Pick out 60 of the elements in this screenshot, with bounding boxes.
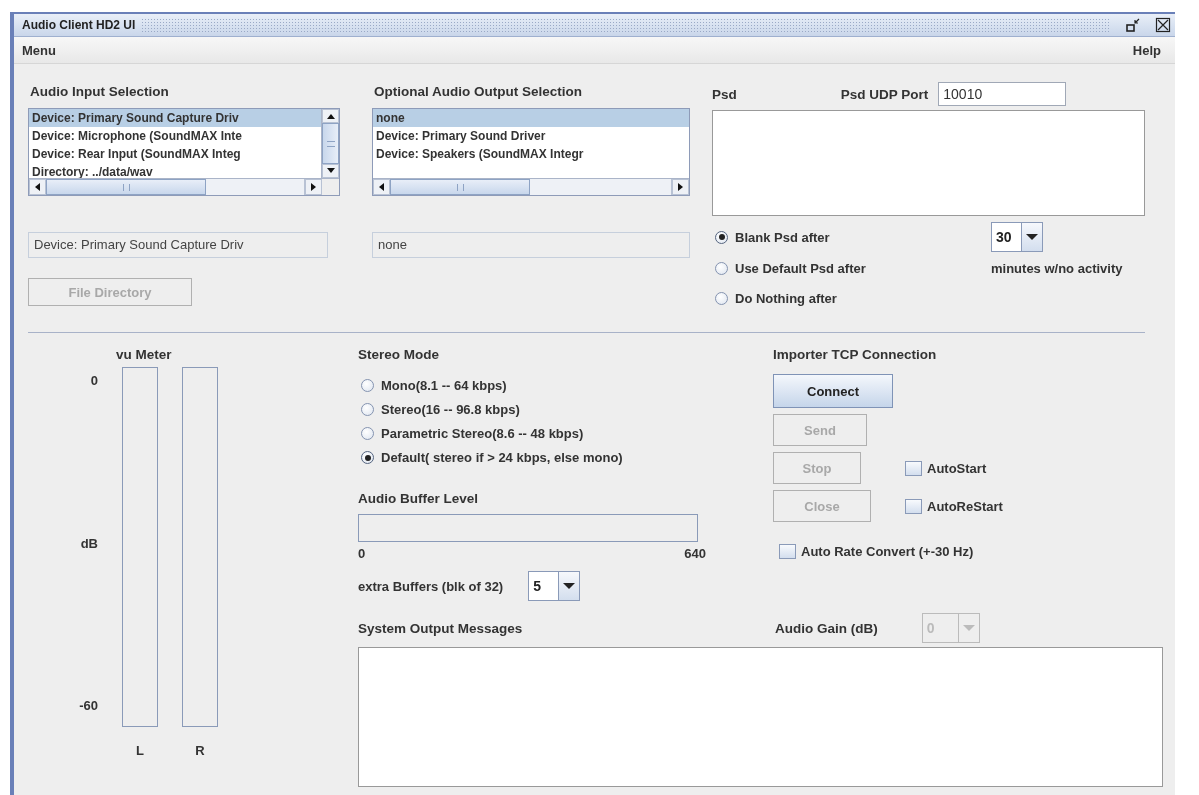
section-heading: Psd: [712, 86, 737, 102]
gain-label: Audio Gain (dB): [775, 620, 878, 636]
restore-icon[interactable]: [1125, 17, 1141, 33]
list-item[interactable]: Directory: ../data/wav: [29, 163, 321, 178]
section-heading: Stereo Mode: [358, 347, 440, 362]
list-item[interactable]: Device: Primary Sound Capture Driv: [29, 109, 321, 127]
range-max-label: 640: [684, 546, 706, 561]
channel-label: L: [136, 743, 144, 758]
horizontal-scrollbar[interactable]: [29, 178, 339, 195]
selected-output-field[interactable]: none: [372, 232, 690, 258]
scale-label: dB: [80, 535, 98, 551]
checkbox[interactable]: Auto Rate Convert (+-30 Hz): [779, 544, 1175, 559]
list-item[interactable]: Device: Rear Input (SoundMAX Integ: [29, 145, 321, 163]
scale-label: -60: [79, 698, 98, 713]
radio-label[interactable]: Blank Psd after: [735, 229, 830, 245]
radio-label[interactable]: Use Default Psd after: [735, 260, 866, 276]
timeout-dropdown[interactable]: 30: [991, 222, 1043, 252]
radio-label[interactable]: Do Nothing after: [735, 290, 837, 306]
section-heading: Importer TCP Connection: [773, 347, 938, 362]
radio-button[interactable]: [715, 230, 728, 244]
radio-button[interactable]: [361, 427, 374, 440]
section-heading: Audio Input Selection: [30, 84, 170, 101]
extra-buffers-label: extra Buffers (blk of 32): [358, 578, 504, 594]
timeout-note: minutes w/no activity: [991, 260, 1123, 276]
section-heading: System Output Messages: [358, 620, 524, 636]
port-input-field[interactable]: 10010: [938, 82, 1067, 106]
menu-item[interactable]: Help: [1132, 42, 1161, 58]
output-device-list[interactable]: none Device: Primary Sound Driver Device: Speakers (SoundMAX Integr: [372, 108, 690, 196]
section-heading: Optional Audio Output Selection: [374, 84, 583, 101]
radio-label[interactable]: Default( stereo if > 24 kbps, else mono): [381, 450, 623, 465]
checkbox[interactable]: AutoStart: [905, 460, 1175, 476]
range-min-label: 0: [358, 546, 366, 561]
radio-label[interactable]: Stereo(16 -- 96.8 kbps): [381, 402, 520, 417]
radio-label[interactable]: Mono(8.1 -- 64 kbps): [381, 378, 507, 393]
radio-button[interactable]: [361, 379, 374, 392]
input-device-list[interactable]: Device: Primary Sound Capture Driv Device: Microphone (SoundMAX Inte Device: Rear Input (SoundMAX Integ Directory: ../data/wav: [28, 108, 340, 196]
connection-button[interactable]: Connect: [773, 374, 893, 408]
radio-label[interactable]: Parametric Stereo(8.6 -- 48 kbps): [381, 426, 584, 441]
window-title: Audio Client HD2 UI: [22, 18, 136, 32]
radio-button[interactable]: [361, 403, 374, 416]
horizontal-scrollbar[interactable]: [373, 178, 689, 195]
radio-button[interactable]: [361, 451, 374, 464]
radio-button[interactable]: [715, 291, 728, 305]
list-item[interactable]: Device: Primary Sound Driver: [373, 127, 689, 145]
port-label: Psd UDP Port: [840, 86, 929, 102]
psd-text-area[interactable]: [712, 110, 1145, 216]
scale-label: 0: [90, 373, 98, 388]
list-item[interactable]: none: [373, 109, 689, 127]
vertical-scrollbar[interactable]: [321, 109, 339, 178]
channel-label: R: [195, 743, 205, 758]
meter-title: vu Meter: [116, 347, 173, 364]
list-item[interactable]: Device: Microphone (SoundMAX Inte: [29, 127, 321, 145]
list-item[interactable]: Device: Speakers (SoundMAX Integr: [373, 145, 689, 163]
close-icon[interactable]: [1155, 17, 1171, 33]
menu-item[interactable]: Menu: [22, 42, 56, 58]
section-heading: Audio Buffer Level: [358, 491, 479, 506]
selected-input-field[interactable]: Device: Primary Sound Capture Driv: [28, 232, 328, 258]
extra-buffers-dropdown[interactable]: 5: [528, 571, 581, 601]
radio-button[interactable]: [715, 261, 728, 275]
checkbox[interactable]: AutoReStart: [905, 498, 1175, 514]
